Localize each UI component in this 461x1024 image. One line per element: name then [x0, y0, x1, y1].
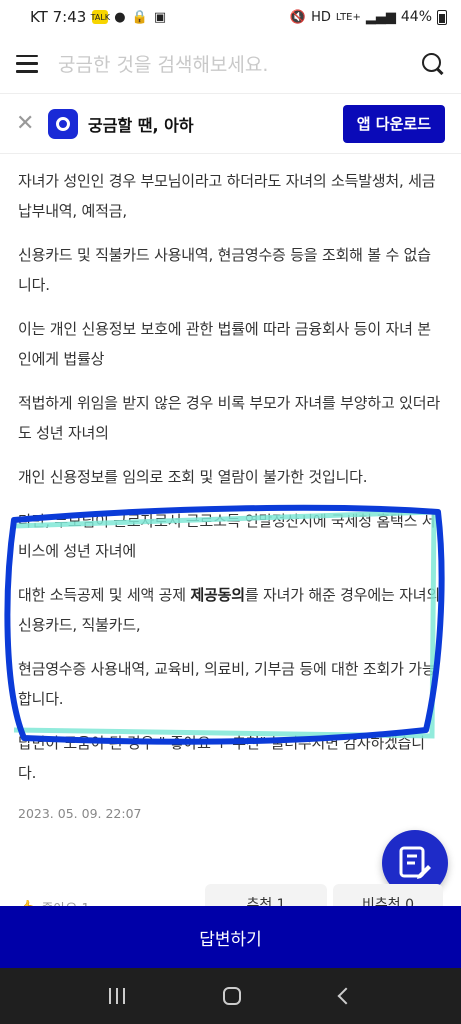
battery-percent: 44%: [400, 9, 432, 25]
answer-paragraph: 다만, 부모님이 근로자로서 근로소득 연말정산시에 국세청 홈택스 서비스에 …: [18, 512, 436, 560]
carrier-time: KT 7:43: [30, 8, 87, 26]
system-nav-bar: [0, 968, 461, 1024]
github-icon: ●: [114, 9, 126, 25]
bold-text: 제공동의: [190, 586, 245, 604]
answer-paragraph: 현금영수증 사용내역, 교육비, 의료비, 기부금 등에 대한 조회가 가능합니…: [18, 660, 436, 708]
answer-paragraph: 개인 신용정보를 임의로 조회 및 열람이 불가한 것입니다.: [18, 468, 368, 486]
search-input[interactable]: 궁금한 것을 검색해보세요.: [58, 50, 421, 77]
back-icon[interactable]: [337, 987, 355, 1005]
status-left: KT 7:43 TALK ● 🔒 ▣: [30, 8, 166, 26]
answer-button[interactable]: 답변하기: [0, 906, 461, 968]
menu-icon[interactable]: [16, 54, 38, 73]
lock-icon: 🔒: [131, 9, 148, 25]
mute-icon: 🔇: [289, 9, 307, 25]
talk-notification-icon: TALK: [91, 10, 110, 24]
aha-logo-icon: [48, 108, 78, 139]
app-download-button[interactable]: 앱 다운로드: [342, 104, 445, 143]
answer-paragraph: 답변이 도움이 된 경우 " 좋아요 + 추천" 눌러주시면 감사하겠습니다.: [18, 734, 425, 782]
app-download-banner: ✕ 궁금할 땐, 아하 앱 다운로드: [0, 94, 461, 154]
answer-paragraph: 이는 개인 신용정보 보호에 관한 법률에 따라 금융회사 등이 자녀 본인에게…: [18, 320, 431, 368]
home-icon[interactable]: [223, 987, 242, 1005]
gallery-icon: ▣: [153, 9, 167, 25]
status-right: 🔇 HD LTE+ ▂▄▆ 44%: [290, 9, 447, 25]
answer-date: 2023. 05. 09. 22:07: [18, 806, 142, 821]
answer-paragraph: 대한 소득공제 및 세액 공제 제공동의를 자녀가 해준 경우에는 자녀의 신용…: [18, 580, 443, 640]
network-label: LTE+: [335, 11, 361, 23]
status-bar: KT 7:43 TALK ● 🔒 ▣ 🔇 HD LTE+ ▂▄▆ 44%: [0, 0, 461, 34]
edit-note-icon: [399, 846, 431, 879]
answer-paragraph: 자녀가 성인인 경우 부모님이라고 하더라도 자녀의 소득발생처, 세금 납부내…: [18, 172, 436, 220]
hd-icon: HD: [311, 9, 331, 25]
battery-icon: [437, 9, 447, 25]
answer-paragraph: 신용카드 및 직불카드 사용내역, 현금영수증 등을 조회해 볼 수 없습니다.: [18, 246, 431, 294]
signal-icon: ▂▄▆: [365, 9, 396, 25]
recent-apps-icon[interactable]: [109, 988, 126, 1004]
search-header: 궁금한 것을 검색해보세요.: [0, 34, 461, 94]
answer-content: 자녀가 성인인 경우 부모님이라고 하더라도 자녀의 소득발생처, 세금 납부내…: [0, 154, 461, 821]
screen: KT 7:43 TALK ● 🔒 ▣ 🔇 HD LTE+ ▂▄▆ 44% 궁금한…: [0, 0, 461, 1024]
answer-paragraph: 적법하게 위임을 받지 않은 경우 비록 부모가 자녀를 부양하고 있더라도 성…: [18, 394, 440, 442]
search-icon[interactable]: [421, 52, 445, 76]
text-segment: 대한 소득공제 및 세액 공제: [18, 586, 191, 604]
close-icon[interactable]: ✕: [16, 111, 34, 136]
banner-text: 궁금할 땐, 아하: [88, 115, 194, 135]
